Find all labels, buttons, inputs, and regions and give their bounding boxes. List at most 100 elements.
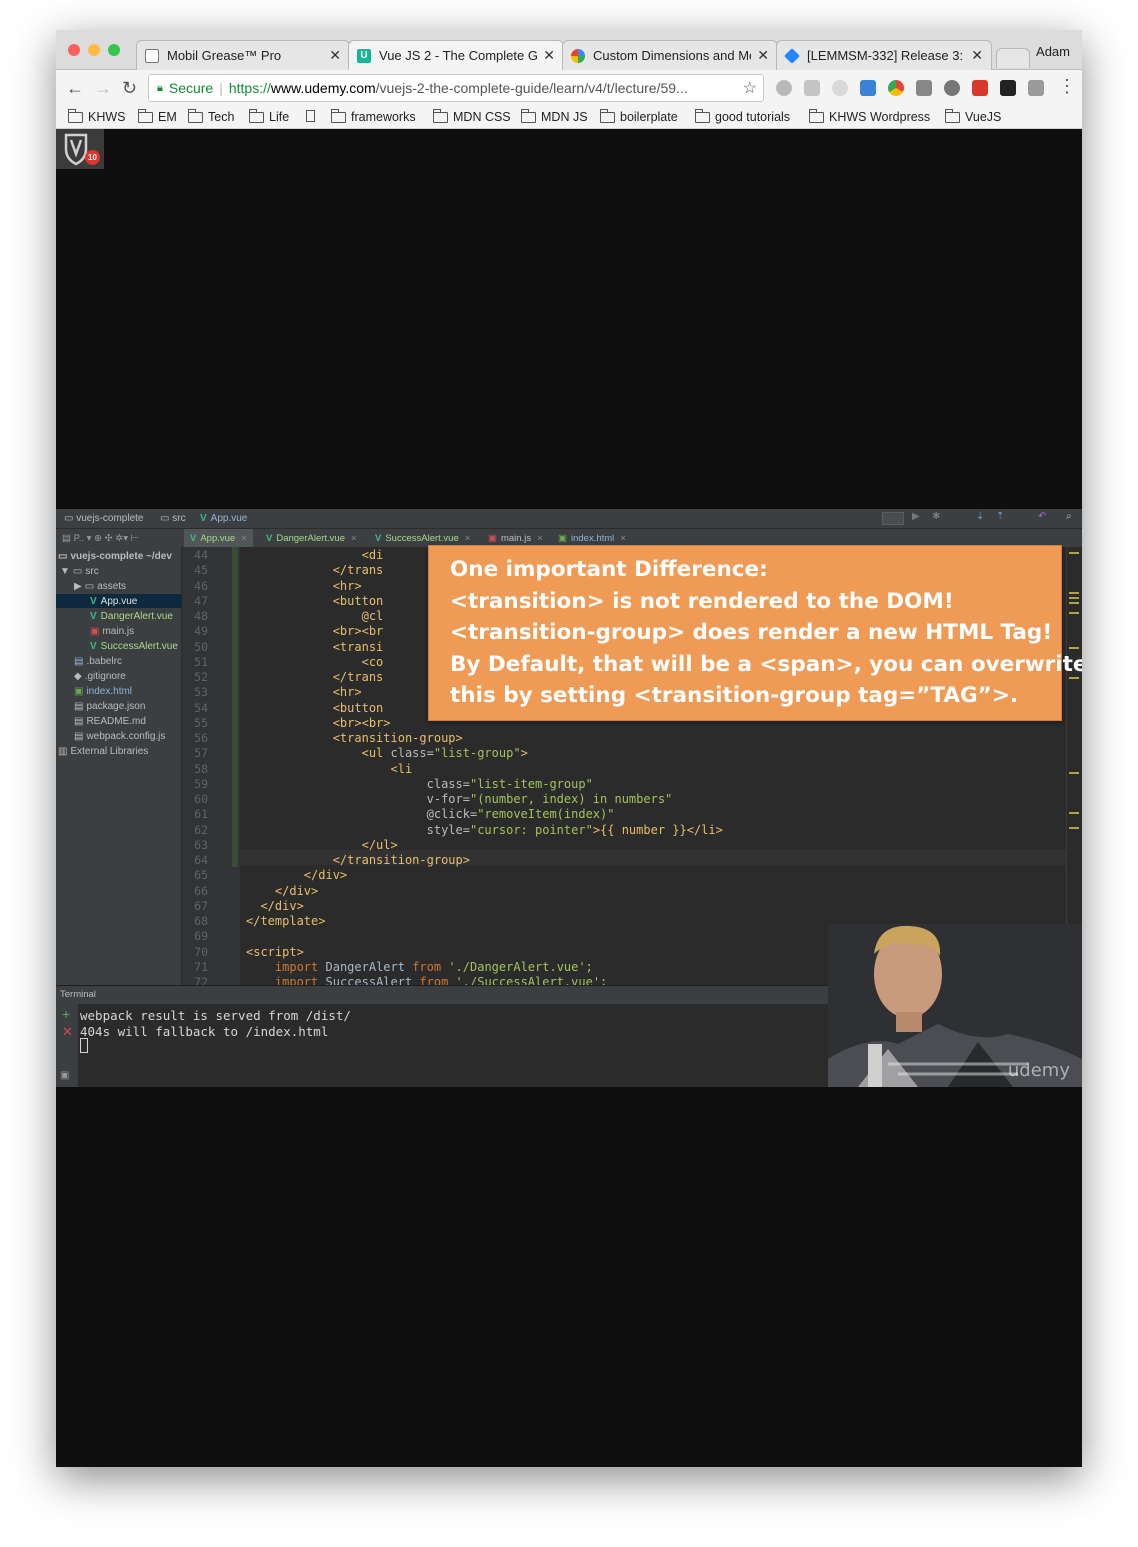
close-session-icon[interactable]: ✕ — [62, 1024, 73, 1040]
tree-item-danger-alert[interactable]: V DangerAlert.vue — [90, 609, 173, 623]
close-tab-icon[interactable]: ✕ — [971, 47, 983, 64]
breadcrumb-src[interactable]: ▭ src — [160, 513, 186, 524]
run-icon[interactable]: ▶ — [912, 511, 920, 522]
tree-item-gitignore[interactable]: ◆ .gitignore — [74, 669, 126, 683]
tree-item-webpack-config[interactable]: ▤ webpack.config.js — [74, 729, 165, 743]
code-line: <transi — [246, 640, 384, 654]
extension-icon[interactable] — [972, 80, 988, 96]
close-tab-icon[interactable]: × — [351, 533, 357, 544]
tree-item-app-vue[interactable]: V App.vue — [56, 594, 182, 608]
address-bar[interactable]: 🔒︎ Secure | https:// www.udemy.com /vuej… — [148, 74, 764, 102]
code-indent: < — [246, 715, 340, 730]
bookmark-mdn-css[interactable]: MDN CSS — [433, 108, 511, 124]
bookmark-khws-wordpress[interactable]: KHWS Wordpress — [809, 108, 930, 124]
camera-icon[interactable] — [1028, 80, 1044, 96]
panel-toggle-icon[interactable]: ▣ — [60, 1070, 69, 1081]
tab-mobil-grease[interactable]: Mobil Grease™ Pro ✕ — [136, 40, 350, 70]
line-number: 68 — [194, 914, 208, 928]
bookmark-khws[interactable]: KHWS — [68, 108, 126, 124]
code-keyword: import — [274, 975, 319, 985]
code-line: <li — [246, 762, 412, 776]
breadcrumb-root[interactable]: ▭ vuejs-complete — [64, 513, 144, 524]
vcs-update-icon[interactable]: ⇣ — [976, 511, 984, 522]
tree-item-readme[interactable]: ▤ README.md — [74, 714, 146, 728]
tree-item-package-json[interactable]: ▤ package.json — [74, 699, 145, 713]
color-picker-icon[interactable] — [888, 80, 904, 96]
extension-icon[interactable] — [804, 80, 820, 96]
close-window-button[interactable] — [68, 44, 80, 56]
tab-vue-js[interactable]: U Vue JS 2 - The Complete Gu ✕ — [348, 40, 564, 70]
vcs-commit-icon[interactable]: ⇡ — [996, 511, 1004, 522]
bookmark-label: Tech — [208, 110, 235, 124]
drive-extension-icon[interactable] — [776, 80, 792, 96]
menu-dots-icon[interactable]: ⋮ — [1058, 76, 1076, 97]
breadcrumb-file[interactable]: V App.vue — [200, 513, 247, 524]
new-session-icon[interactable]: + — [62, 1006, 70, 1022]
extension-badge[interactable]: 10 — [56, 129, 104, 169]
editor-tab-app-vue[interactable]: V App.vue × — [184, 529, 253, 547]
new-tab-button[interactable] — [996, 48, 1030, 68]
tree-item-root[interactable]: ▭ vuejs-complete ~/dev — [58, 549, 172, 563]
tree-item-babelrc[interactable]: ▤ .babelrc — [74, 654, 122, 668]
google-analytics-icon — [571, 48, 585, 63]
bookmark-star-icon[interactable]: ☆ — [743, 78, 757, 98]
tree-label: .babelrc — [86, 655, 123, 667]
tree-item-main-js[interactable]: ▣ main.js — [90, 624, 134, 638]
maximize-window-button[interactable] — [108, 44, 120, 56]
run-config-dropdown[interactable] — [882, 512, 904, 525]
tab-custom-dimensions[interactable]: Custom Dimensions and Me ✕ — [562, 40, 778, 70]
forward-arrow-icon[interactable]: → — [94, 78, 112, 99]
tree-item-assets[interactable]: ▶ ▭ assets — [74, 579, 126, 593]
bookmark-boilerplate[interactable]: boilerplate — [600, 108, 678, 124]
folder-icon — [433, 108, 448, 123]
minimize-window-button[interactable] — [88, 44, 100, 56]
bookmark-label: KHWS — [88, 110, 126, 124]
video-player[interactable]: 10 ▭ vuejs-complete ▭ src V App.vue ▶ ✱ ⇣… — [56, 129, 1082, 1467]
tree-label: .gitignore — [84, 670, 126, 682]
bookmark-page[interactable] — [306, 110, 315, 122]
tab-title: Mobil Grease™ Pro — [167, 48, 282, 63]
tree-item-index-html[interactable]: ▣ index.html — [74, 684, 132, 698]
close-tab-icon[interactable]: ✕ — [757, 47, 769, 64]
bookmark-life[interactable]: Life — [249, 108, 289, 124]
js-icon: ▣ — [488, 532, 497, 544]
tree-item-src[interactable]: ▼ ▭ src — [60, 564, 99, 578]
extension-icon[interactable] — [1000, 80, 1016, 96]
tab-jira-release[interactable]: [LEMMSM-332] Release 3: I ✕ — [776, 40, 992, 70]
extension-icon[interactable] — [860, 80, 876, 96]
close-tab-icon[interactable]: × — [465, 533, 471, 544]
annotation-line: One important Difference: — [450, 557, 768, 582]
editor-tab-danger-alert[interactable]: V DangerAlert.vue × — [260, 529, 363, 547]
close-tab-icon[interactable]: ✕ — [329, 47, 341, 64]
bookmark-em[interactable]: EM — [138, 108, 177, 124]
folder-icon — [945, 108, 960, 123]
close-tab-icon[interactable]: × — [620, 533, 626, 544]
bookmark-frameworks[interactable]: frameworks — [331, 108, 416, 124]
extension-icon[interactable] — [832, 80, 848, 96]
profile-name[interactable]: Adam — [1036, 44, 1070, 59]
bookmark-label: MDN JS — [541, 110, 588, 124]
extension-icon[interactable] — [916, 80, 932, 96]
search-icon[interactable]: ⌕ — [1066, 511, 1072, 522]
line-number: 60 — [194, 792, 208, 806]
bookmark-vuejs[interactable]: VueJS — [945, 108, 1001, 124]
close-tab-icon[interactable]: ✕ — [543, 47, 555, 64]
tree-item-external-libraries[interactable]: ▥ External Libraries — [58, 744, 148, 758]
bookmark-mdn-js[interactable]: MDN JS — [521, 108, 588, 124]
tree-item-success-alert[interactable]: V SuccessAlert.vue — [90, 639, 178, 653]
terminal-cursor[interactable] — [80, 1038, 88, 1053]
debug-icon[interactable]: ✱ — [932, 511, 940, 522]
code-line: class="list-item-group" — [246, 777, 593, 791]
bookmark-tech[interactable]: Tech — [188, 108, 235, 124]
separator: | — [219, 80, 223, 96]
bookmark-good-tutorials[interactable]: good tutorials — [695, 108, 790, 124]
recycle-icon[interactable] — [944, 80, 960, 96]
marker — [1069, 602, 1079, 604]
back-arrow-icon[interactable]: ← — [66, 78, 84, 99]
close-tab-icon[interactable]: × — [241, 533, 247, 544]
reload-icon[interactable]: ↻ — [122, 78, 137, 99]
close-tab-icon[interactable]: × — [537, 533, 543, 544]
revert-icon[interactable]: ↶ — [1038, 511, 1046, 522]
